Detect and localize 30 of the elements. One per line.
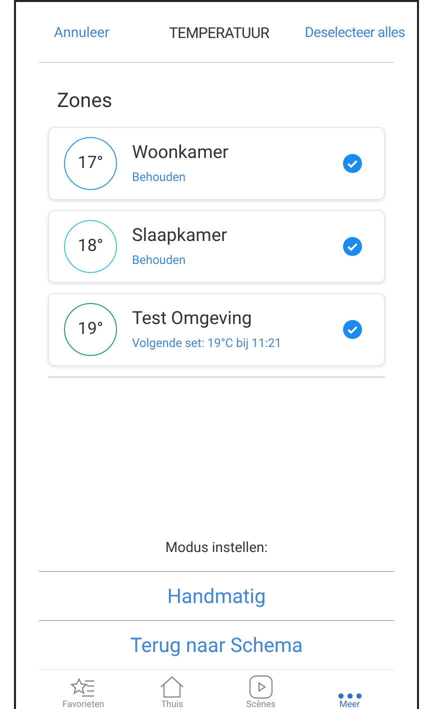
deselect-all-button[interactable]: Deselecteer alles (304, 22, 405, 44)
tab-bar-item[interactable]: Scènes (226, 674, 296, 709)
mode-button[interactable]: Terug naar Schema (39, 621, 394, 669)
zone-status: Behouden (132, 169, 187, 186)
cancel-button[interactable]: Annuleer (54, 22, 110, 44)
page-title: TEMPERATUUR (168, 22, 270, 44)
star-list-icon (70, 677, 96, 699)
play-icon (248, 675, 273, 699)
tab-bar-item[interactable]: Favorieten (48, 674, 118, 709)
zone-status: Behouden (132, 252, 187, 269)
temperature-ring: 18° (64, 220, 117, 273)
zone-card[interactable]: 18° Slaapkamer Behouden (48, 210, 385, 283)
tab-bar-item[interactable]: Meer (314, 674, 385, 709)
temperature-ring: 19° (64, 303, 117, 356)
zone-status: Volgende set: 19°C bij 11:21 (132, 335, 282, 352)
zone-name: Woonkamer (132, 141, 230, 165)
checkmark-icon[interactable] (343, 154, 362, 173)
zone-card[interactable]: 19° Test Omgeving Volgende set: 19°C bij 11:21 (48, 293, 385, 366)
zone-card[interactable]: 17° Woonkamer Behouden (48, 127, 385, 200)
tab-bar-item[interactable]: Thuis (137, 674, 208, 709)
more-icon (338, 693, 362, 699)
zone-name: Test Omgeving (132, 307, 253, 331)
house-icon (159, 675, 186, 699)
temperature-ring: 17° (64, 137, 117, 190)
checkmark-icon[interactable] (343, 237, 362, 256)
checkmark-icon[interactable] (343, 320, 362, 339)
mode-button[interactable]: Handmatig (39, 572, 394, 620)
zone-name: Slaapkamer (132, 224, 228, 248)
section-title: Zones (57, 87, 114, 114)
mode-label: Modus instellen: (164, 539, 269, 558)
